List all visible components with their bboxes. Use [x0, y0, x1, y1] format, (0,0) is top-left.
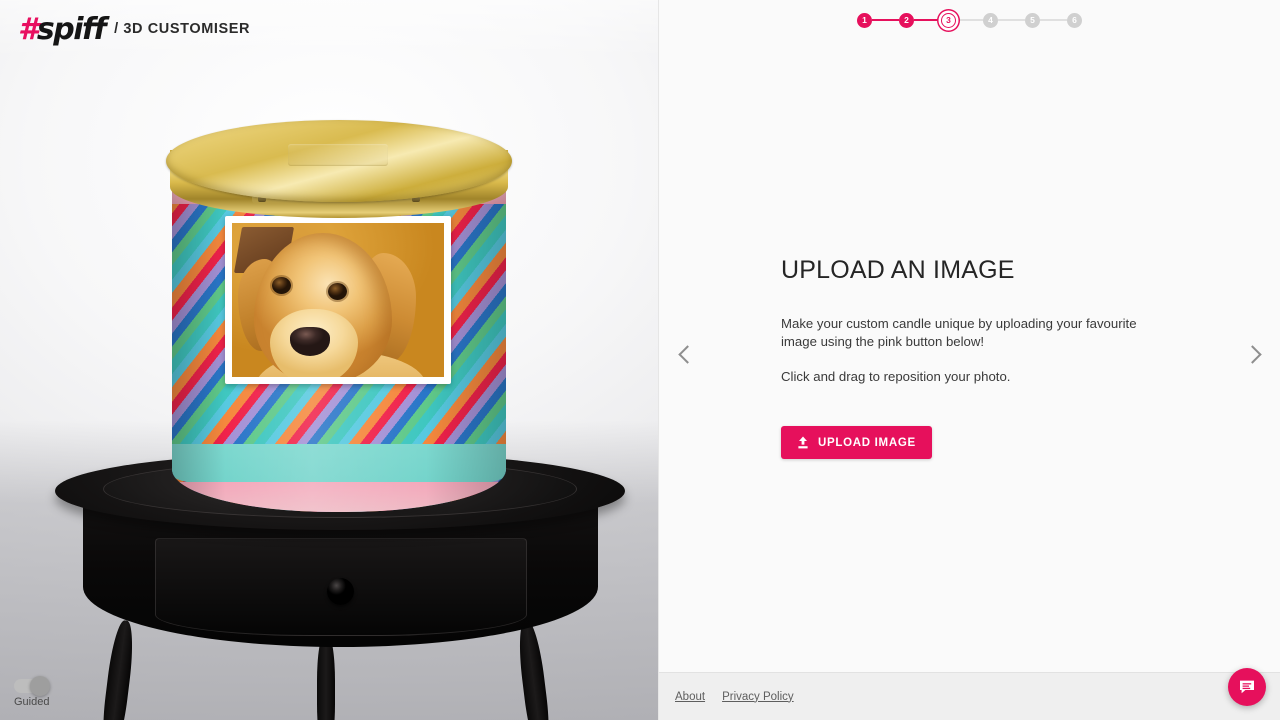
step-list: 1 2 3 4 5 6 [857, 12, 1082, 28]
step-description-primary: Make your custom candle unique by upload… [781, 316, 1137, 349]
footer-link-about[interactable]: About [675, 691, 705, 703]
table-leg-left [99, 619, 137, 720]
guided-mode-control[interactable]: Guided [14, 676, 50, 708]
dog-photo-illustration [232, 223, 444, 377]
step-5[interactable]: 5 [1025, 12, 1040, 28]
chat-support-button[interactable] [1228, 668, 1266, 706]
config-panel: 1 2 3 4 5 6 UPLOAD AN IMAGE Make your cu [658, 0, 1280, 720]
product-viewer[interactable]: # spiff / 3D CUSTOMISER Guided [0, 0, 658, 720]
chat-bubble-icon [1240, 680, 1254, 694]
step-2[interactable]: 2 [899, 12, 914, 28]
guided-toggle-knob[interactable] [30, 676, 50, 696]
guided-toggle-label: Guided [14, 696, 50, 708]
customiser-app: # spiff / 3D CUSTOMISER Guided 1 2 3 4 5… [0, 0, 1280, 720]
dog-eye-left [272, 277, 291, 294]
product-scene[interactable] [0, 0, 658, 720]
app-header: # spiff / 3D CUSTOMISER [0, 0, 658, 58]
candle-lid[interactable] [166, 120, 512, 230]
lid-top [166, 120, 512, 202]
guided-toggle-switch[interactable] [14, 676, 50, 696]
step-description-secondary: Click and drag to reposition your photo. [781, 368, 1011, 384]
previous-step-button[interactable] [669, 336, 705, 372]
lid-emboss-mark [288, 144, 388, 166]
upload-button-label: UPLOAD IMAGE [818, 436, 916, 449]
logo-hash-icon: # [18, 11, 39, 47]
upload-icon [797, 436, 809, 449]
uploaded-photo[interactable] [232, 223, 444, 377]
app-subtitle: / 3D CUSTOMISER [114, 21, 251, 37]
step-connector-4-5 [998, 19, 1025, 21]
step-1[interactable]: 1 [857, 12, 872, 28]
upload-image-button[interactable]: UPLOAD IMAGE [781, 426, 932, 460]
step-content: UPLOAD AN IMAGE Make your custom candle … [781, 256, 1201, 460]
candle-product[interactable] [160, 120, 520, 526]
uploaded-photo-frame[interactable] [225, 216, 451, 384]
step-connector-5-6 [1040, 19, 1067, 21]
page-title: UPLOAD AN IMAGE [781, 256, 1015, 284]
step-6[interactable]: 6 [1067, 12, 1082, 28]
step-connector-1-2 [872, 19, 899, 21]
table-leg-right [515, 619, 553, 720]
step-indicator: 1 2 3 4 5 6 [659, 0, 1280, 40]
step-3[interactable]: 3 [941, 12, 956, 28]
brand-logo[interactable]: # spiff [18, 11, 107, 47]
table-drawer-knob [327, 578, 354, 605]
next-step-button[interactable] [1234, 336, 1270, 372]
dog-eye-right [328, 283, 347, 300]
step-4[interactable]: 4 [983, 12, 998, 28]
table-leg-center [317, 635, 335, 720]
footer: About Privacy Policy [659, 672, 1280, 720]
chevron-left-icon [677, 344, 697, 364]
candle-base-band [172, 482, 506, 512]
footer-link-privacy-policy[interactable]: Privacy Policy [722, 691, 794, 703]
logo-wordmark: spiff [36, 11, 107, 47]
step-connector-2-3 [914, 19, 941, 21]
chevron-right-icon [1242, 344, 1262, 364]
step-connector-3-4 [956, 19, 983, 21]
